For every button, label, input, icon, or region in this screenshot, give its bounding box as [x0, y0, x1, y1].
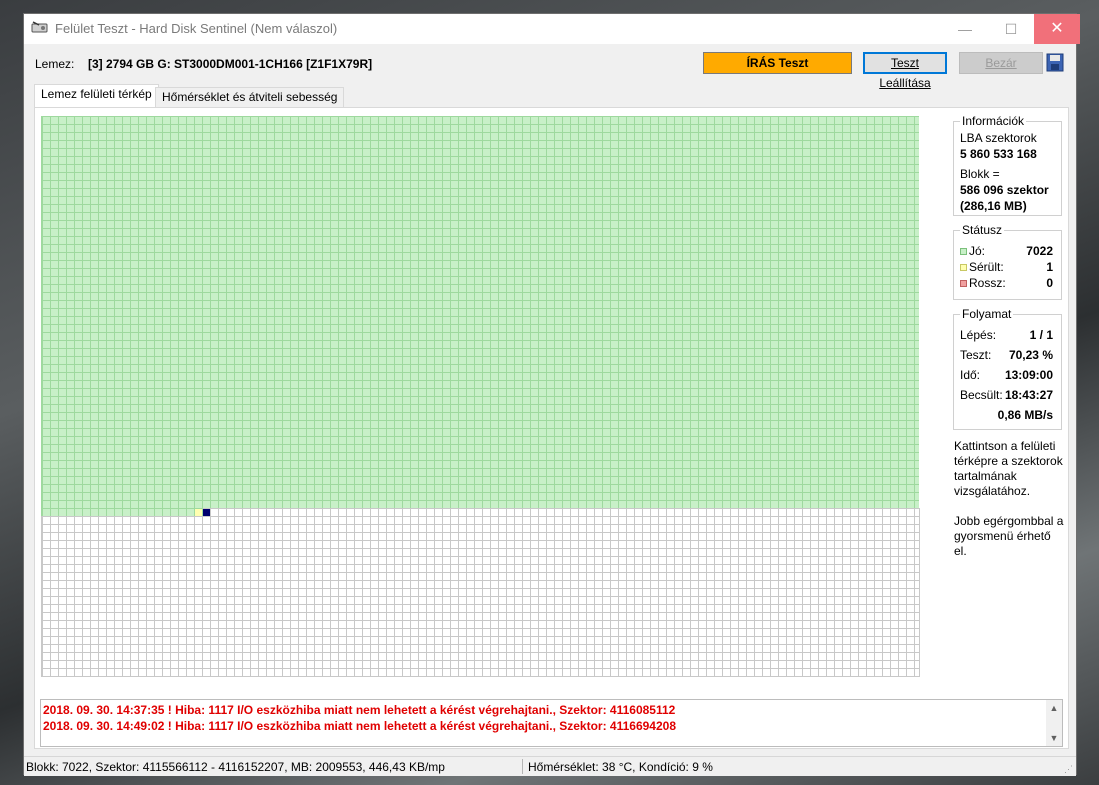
time-label: Idő:	[960, 368, 981, 382]
disk-sentinel-app-icon	[31, 21, 48, 33]
time-value: 13:09:00	[1004, 368, 1053, 382]
step-label: Lépés:	[960, 328, 997, 342]
good-label: Jó:	[969, 244, 986, 258]
map-untested-blocks[interactable]	[41, 508, 920, 677]
stop-test-label: Teszt Leállítása	[879, 56, 931, 90]
speed-value: 0,86 MB/s	[997, 408, 1053, 422]
app-window: Felület Teszt - Hard Disk Sentinel (Nem …	[23, 13, 1080, 776]
info-group: Információk LBA szektorok 5 860 533 168 …	[953, 114, 1062, 216]
status-divider	[522, 759, 523, 774]
save-icon[interactable]	[1046, 53, 1064, 72]
damaged-row: Sérült:	[960, 260, 1004, 274]
progress-group: Folyamat Lépés: 1 / 1 Teszt: 70,23 % Idő…	[953, 307, 1062, 430]
map-current-block[interactable]	[203, 509, 210, 516]
info-group-title: Információk	[960, 114, 1027, 128]
log-entry: 2018. 09. 30. 14:37:35 ! Hiba: 1117 I/O …	[43, 703, 676, 717]
tab-surface-map[interactable]: Lemez felületi térkép	[34, 84, 159, 108]
estimate-value: 18:43:27	[1004, 388, 1053, 402]
test-label: Teszt:	[960, 348, 992, 362]
bad-label: Rossz:	[969, 276, 1006, 290]
bad-row: Rossz:	[960, 276, 1006, 290]
status-group: Státusz Jó: 7022 Sérült: 1 Rossz: 0	[953, 223, 1062, 300]
title-bar[interactable]: Felület Teszt - Hard Disk Sentinel (Nem …	[24, 14, 1080, 44]
close-label: Bezár	[985, 56, 1017, 70]
tab-temperature-speed[interactable]: Hőmérséklet és átviteli sebesség	[155, 87, 345, 108]
status-block-info: Blokk: 7022, Szektor: 4115566112 - 41161…	[26, 760, 445, 774]
tab-panel: Információk LBA szektorok 5 860 533 168 …	[34, 107, 1069, 749]
log-entry: 2018. 09. 30. 14:49:02 ! Hiba: 1117 I/O …	[43, 719, 676, 733]
estimate-label: Becsült:	[960, 388, 1003, 402]
status-bar: Blokk: 7022, Szektor: 4115566112 - 41161…	[24, 756, 1076, 776]
close-button[interactable]: Bezár	[959, 52, 1043, 74]
bad-legend-icon	[960, 280, 967, 288]
resize-grip-icon[interactable]: ⋰	[1064, 764, 1074, 774]
good-row: Jó:	[960, 244, 985, 258]
close-window-button[interactable]: ✕	[1034, 14, 1080, 44]
status-temperature-info: Hőmérséklet: 38 °C, Kondíció: 9 %	[528, 760, 713, 774]
error-log[interactable]: 2018. 09. 30. 14:37:35 ! Hiba: 1117 I/O …	[40, 699, 1063, 747]
status-group-title: Státusz	[960, 223, 1005, 237]
block-value: 586 096 szektor	[960, 183, 1049, 197]
good-value: 7022	[1026, 244, 1053, 258]
window-title: Felület Teszt - Hard Disk Sentinel (Nem …	[55, 21, 338, 36]
step-value: 1 / 1	[1029, 328, 1053, 342]
progress-group-title: Folyamat	[960, 307, 1014, 321]
lba-label: LBA szektorok	[960, 131, 1037, 145]
hint-right-click: Jobb egérgombbal a gyorsmenü érhető el.	[954, 514, 1064, 558]
bad-value: 0	[1046, 276, 1053, 290]
maximize-button[interactable]: ☐	[988, 14, 1034, 44]
test-value: 70,23 %	[1008, 348, 1053, 362]
block-label: Blokk =	[960, 167, 1000, 181]
hint-click: Kattintson a felületi térképre a szektor…	[954, 439, 1063, 498]
scroll-up-icon[interactable]: ▲	[1046, 700, 1062, 716]
surface-map[interactable]	[41, 116, 920, 677]
damaged-legend-icon	[960, 264, 967, 272]
scroll-down-icon[interactable]: ▼	[1046, 730, 1062, 746]
lba-value: 5 860 533 168	[960, 147, 1037, 161]
damaged-label: Sérült:	[969, 260, 1004, 274]
disk-value: [3] 2794 GB G: ST3000DM001-1CH166 [Z1F1X…	[88, 57, 373, 71]
log-scrollbar[interactable]: ▲ ▼	[1046, 700, 1062, 746]
disk-label: Lemez:	[35, 57, 75, 71]
map-tested-blocks[interactable]	[41, 116, 919, 508]
map-tested-partial-row[interactable]	[41, 508, 203, 516]
stop-test-button[interactable]: Teszt Leállítása	[863, 52, 947, 90]
good-legend-icon	[960, 248, 967, 256]
block-mb: (286,16 MB)	[960, 199, 1027, 213]
minimize-button[interactable]: —	[942, 14, 988, 44]
map-damaged-block[interactable]	[195, 509, 202, 516]
write-test-indicator: ÍRÁS Teszt	[703, 52, 852, 74]
damaged-value: 1	[1046, 260, 1053, 274]
